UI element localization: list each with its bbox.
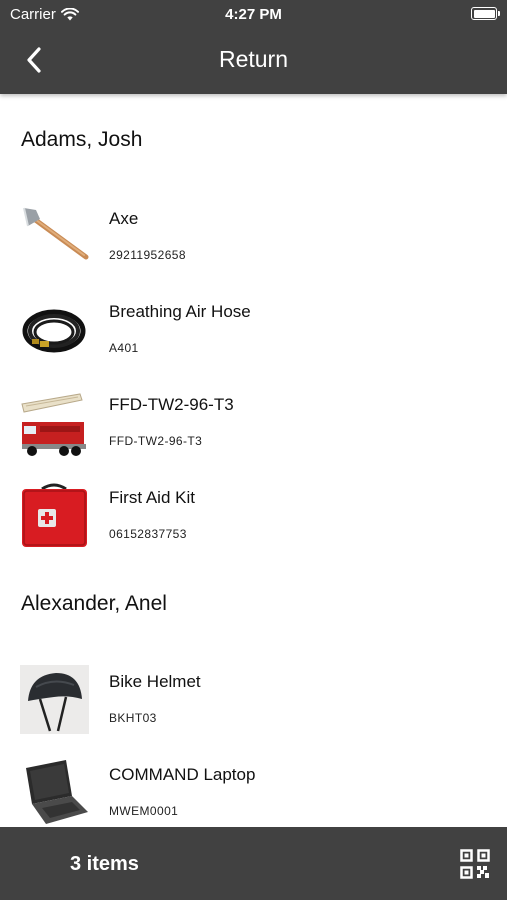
top-bar: Carrier 4:27 PM Return xyxy=(0,0,507,94)
battery-icon xyxy=(471,7,500,20)
qr-code-icon xyxy=(460,849,490,879)
list-item-command-laptop[interactable]: COMMAND Laptop MWEM0001 xyxy=(0,758,507,827)
checkout-list: Adams, Josh Axe 29211952658 Breathing Ai… xyxy=(0,94,507,827)
bike-helmet-image xyxy=(20,665,89,734)
item-code: 06152837753 xyxy=(109,527,187,541)
list-item-axe[interactable]: Axe 29211952658 xyxy=(0,202,507,288)
item-name: Axe xyxy=(109,209,139,228)
first-aid-kit-image xyxy=(20,481,89,550)
axe-image xyxy=(20,202,89,271)
item-code: FFD-TW2-96-T3 xyxy=(109,434,203,448)
item-code: MWEM0001 xyxy=(109,804,179,818)
hose-image xyxy=(20,295,89,364)
list-item-first-aid-kit[interactable]: First Aid Kit 06152837753 xyxy=(0,481,507,567)
status-bar: Carrier 4:27 PM xyxy=(0,0,507,28)
selected-count[interactable]: 3 items xyxy=(70,853,139,876)
fire-truck-image xyxy=(20,388,89,457)
page-title: Return xyxy=(218,46,289,72)
item-code: A401 xyxy=(109,341,139,355)
list-item-bike-helmet[interactable]: Bike Helmet BKHT03 xyxy=(0,665,507,751)
bottom-bar: 3 items xyxy=(0,827,507,900)
group-header-alexander-anel: Alexander, Anel xyxy=(21,592,167,615)
item-name: First Aid Kit xyxy=(109,488,195,507)
item-code: BKHT03 xyxy=(109,711,157,725)
group-header-adams-josh: Adams, Josh xyxy=(21,128,143,151)
item-code: 29211952658 xyxy=(109,248,186,262)
item-name: Breathing Air Hose xyxy=(109,302,251,321)
item-name: COMMAND Laptop xyxy=(109,765,256,784)
laptop-image xyxy=(20,758,89,827)
navigation-bar: Return xyxy=(0,28,507,94)
list-item-breathing-air-hose[interactable]: Breathing Air Hose A401 xyxy=(0,295,507,381)
item-name: Bike Helmet xyxy=(109,672,201,691)
item-name: FFD-TW2-96-T3 xyxy=(109,395,234,414)
qr-scan-button[interactable] xyxy=(460,849,494,879)
status-time: 4:27 PM xyxy=(225,6,282,23)
list-item-ffd-tw2-96-t3[interactable]: FFD-TW2-96-T3 FFD-TW2-96-T3 xyxy=(0,388,507,474)
